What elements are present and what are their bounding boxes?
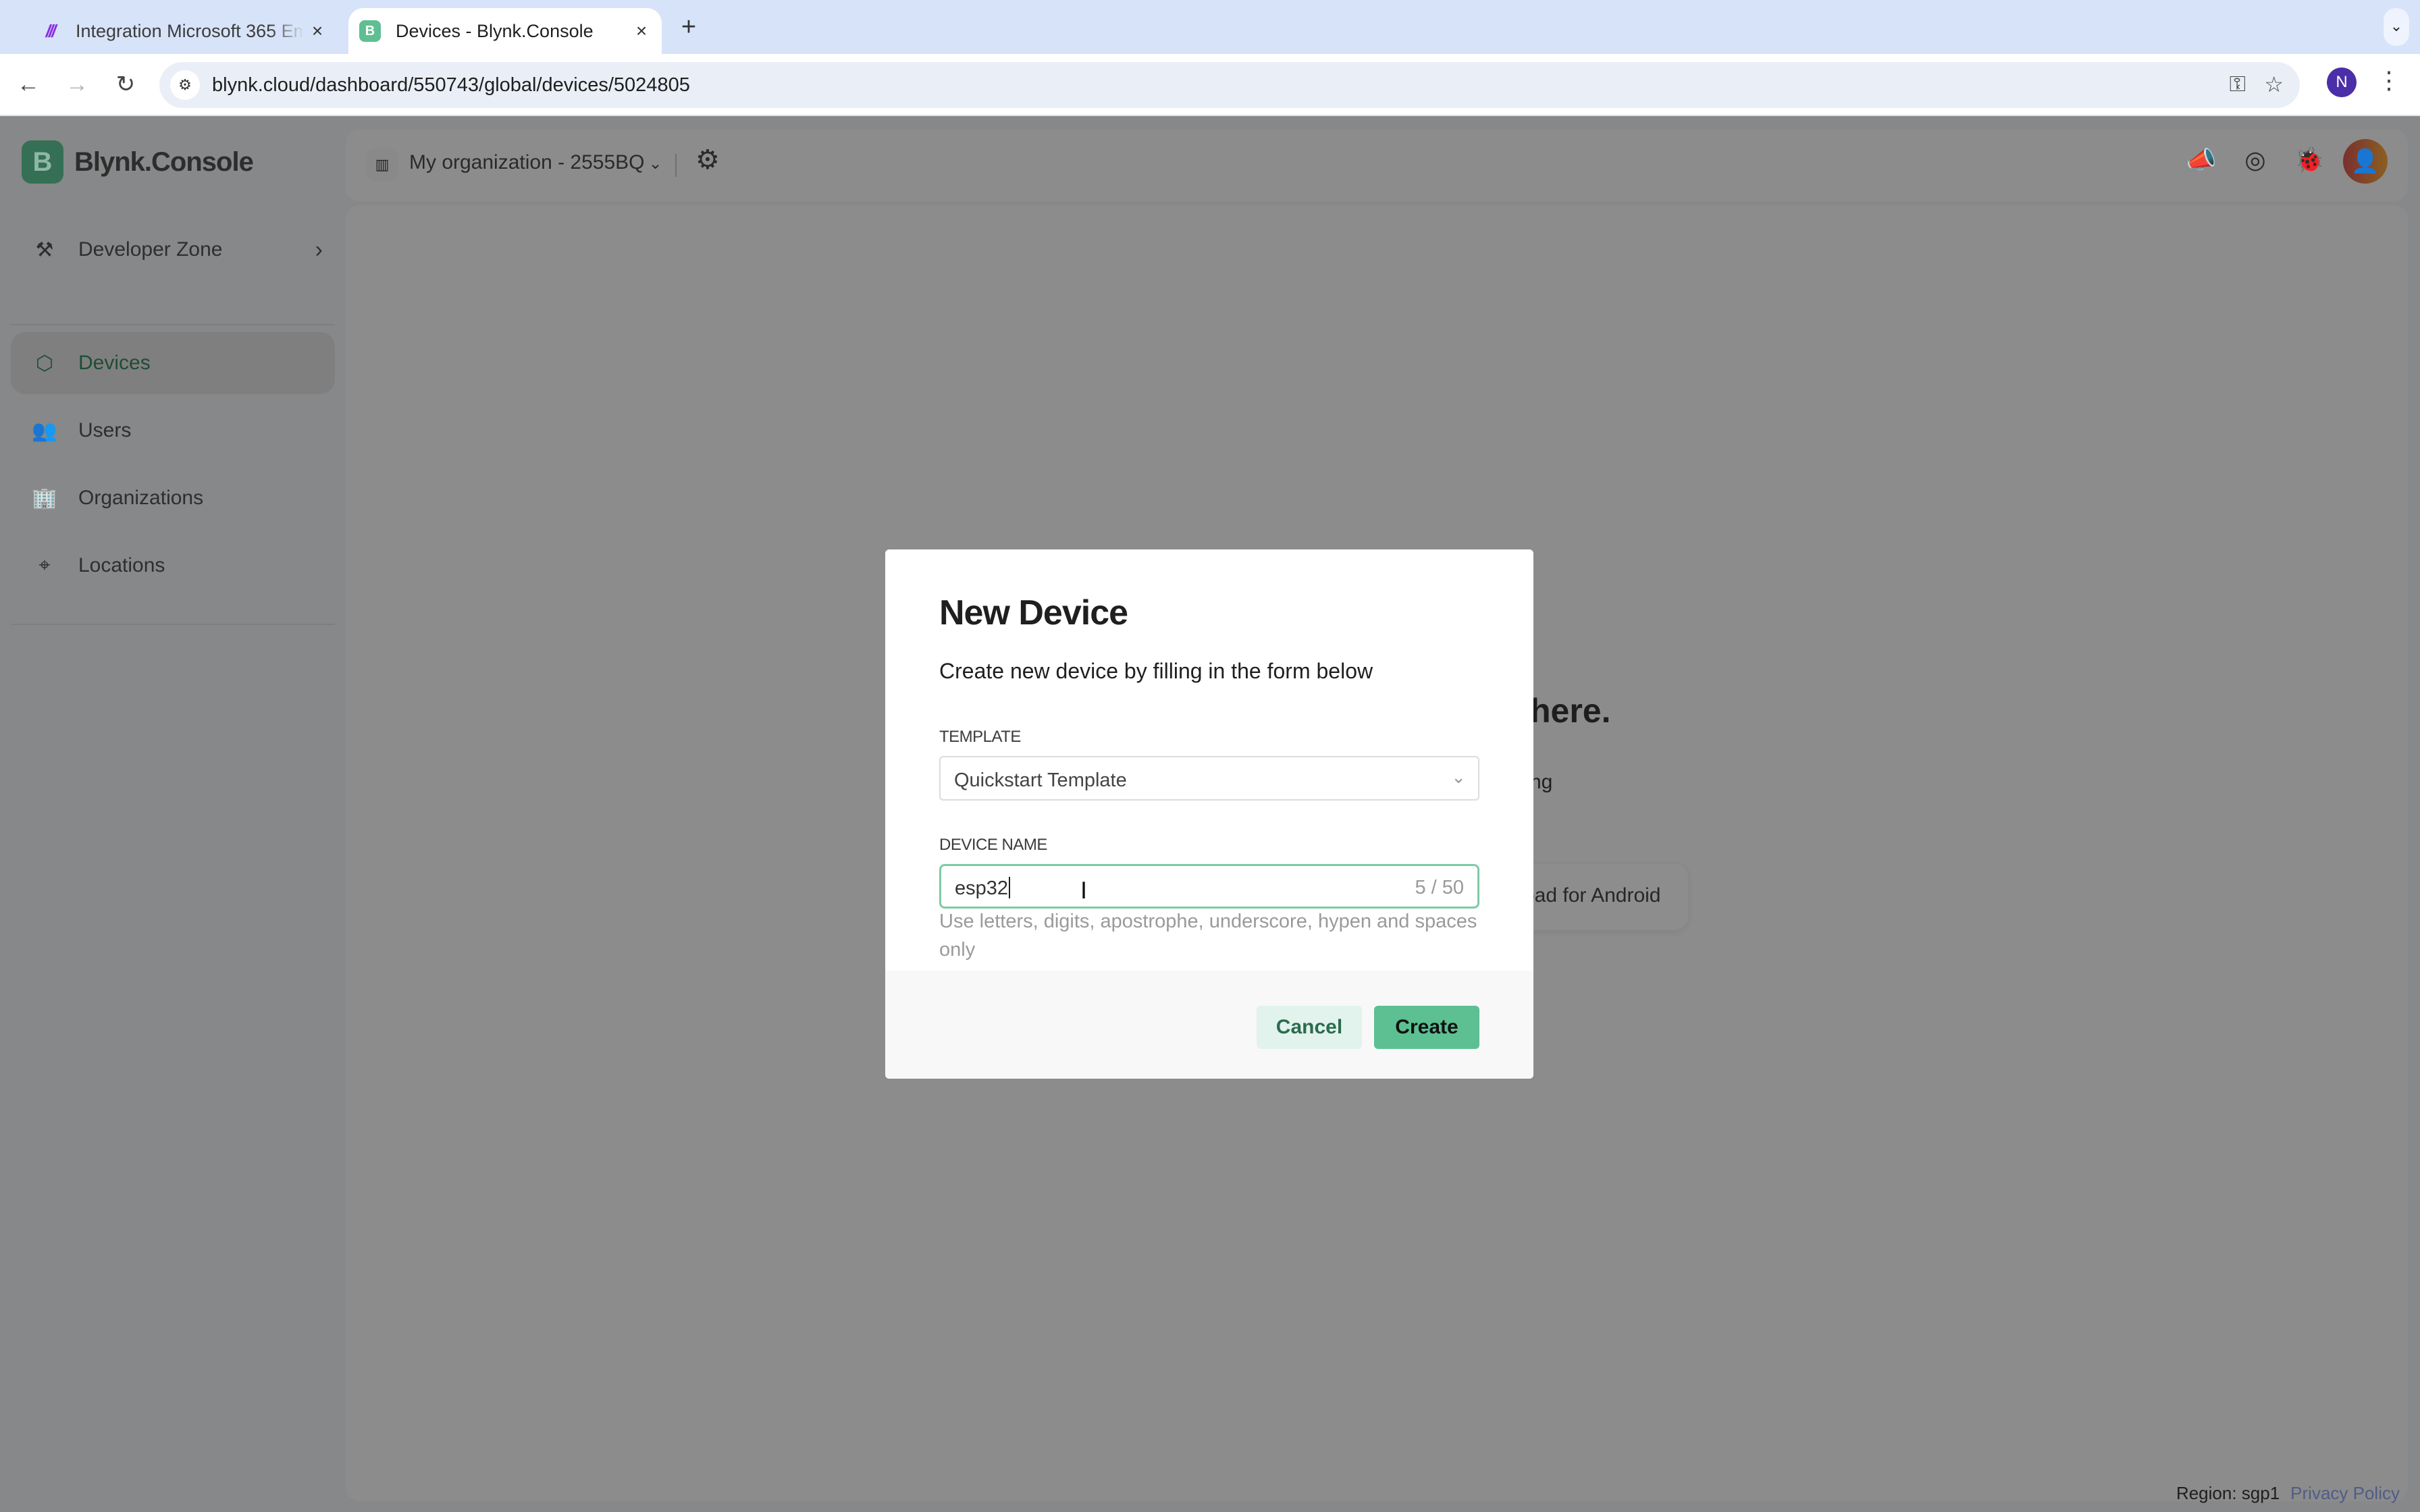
sidebar-item-label: Organizations — [78, 487, 204, 509]
browser-tab-integration[interactable]: /// Integration Microsoft 365 Email × — [27, 8, 338, 54]
new-device-dialog: New Device Create new device by filling … — [885, 549, 1533, 1079]
blynk-logo-icon: B — [22, 140, 63, 184]
template-select[interactable]: Quickstart Template ⌄ — [939, 756, 1479, 801]
sidebar-item-developer-zone[interactable]: ⚒ Developer Zone › — [11, 219, 335, 281]
device-name-input[interactable]: esp32 5 / 50 — [939, 864, 1479, 909]
browser-tab-devices[interactable]: B Devices - Blynk.Console × — [348, 8, 662, 54]
user-avatar[interactable]: 👤 — [2343, 139, 2388, 184]
location-pin-icon: ⌖ — [38, 554, 51, 576]
megaphone-icon[interactable]: 📣 — [2185, 146, 2217, 174]
privacy-policy-link[interactable]: Privacy Policy — [2290, 1483, 2400, 1503]
reload-icon[interactable]: ↻ — [108, 68, 143, 103]
dialog-footer: Cancel Create — [885, 971, 1533, 1079]
close-icon[interactable]: × — [304, 20, 331, 42]
organization-name: My organization - 2555BQ — [409, 151, 645, 173]
url-text[interactable]: blynk.cloud/dashboard/550743/global/devi… — [212, 74, 690, 97]
device-name-label: DEVICE NAME — [939, 836, 1047, 854]
tab-title: Devices - Blynk.Console — [396, 20, 594, 41]
text-cursor-icon: I — [1080, 878, 1088, 905]
sidebar-item-users[interactable]: 👥 Users — [11, 400, 335, 462]
profile-avatar[interactable]: N — [2327, 68, 2357, 97]
sidebar-item-locations[interactable]: ⌖ Locations — [11, 535, 335, 597]
empty-state-subtitle: ng — [1530, 771, 1553, 793]
sidebar-divider — [11, 324, 335, 325]
sidebar-divider — [11, 624, 335, 625]
character-counter: 5 / 50 — [1415, 877, 1464, 898]
cube-icon: ⬡ — [35, 352, 54, 375]
settings-gear-icon[interactable]: ⚙ — [695, 144, 720, 176]
empty-state-title: here. — [1530, 692, 1611, 730]
template-value: Quickstart Template — [954, 770, 1127, 791]
device-name-value: esp32 — [955, 878, 1009, 899]
star-icon[interactable]: ☆ — [2264, 72, 2284, 97]
logo[interactable]: B Blynk.Console — [22, 140, 254, 184]
sidebar-item-label: Users — [78, 419, 132, 441]
top-bar: ▥ My organization - 2555BQ ⌄ ⚙ 📣 ◎ 🐞 👤 — [346, 130, 2408, 201]
site-info-icon[interactable]: ⚙ — [170, 70, 200, 100]
dialog-title: New Device — [939, 593, 1128, 632]
template-label: TEMPLATE — [939, 728, 1021, 746]
sidebar-item-label: Locations — [78, 554, 165, 576]
dialog-subtitle: Create new device by filling in the form… — [939, 659, 1373, 683]
back-icon[interactable]: ← — [11, 68, 46, 103]
building-icon: 🏢 — [32, 487, 57, 510]
organization-icon: ▥ — [366, 148, 398, 181]
region-label: Region: sgp1 — [2176, 1483, 2280, 1503]
device-name-hint: Use letters, digits, apostrophe, undersc… — [939, 911, 1477, 961]
browser-toolbar: ← → ↻ ⚙ blynk.cloud/dashboard/550743/glo… — [0, 54, 2420, 116]
forward-icon[interactable]: → — [59, 68, 95, 103]
logo-text: Blynk.Console — [74, 146, 254, 177]
text-caret — [1009, 877, 1011, 898]
users-icon: 👥 — [32, 419, 57, 442]
sidebar-item-label: Developer Zone — [78, 238, 223, 261]
chevron-down-icon: ⌄ — [1451, 767, 1466, 787]
tab-title: Integration Microsoft 365 Email — [76, 20, 304, 41]
close-icon[interactable]: × — [628, 20, 655, 42]
address-bar[interactable]: ⚙ blynk.cloud/dashboard/550743/global/de… — [159, 62, 2300, 108]
chevron-right-icon: › — [315, 236, 323, 263]
sidebar-item-label: Devices — [78, 352, 151, 374]
sidebar-item-devices[interactable]: ⬡ Devices — [11, 332, 335, 394]
key-icon[interactable]: ⚿ — [2230, 72, 2246, 97]
cancel-button[interactable]: Cancel — [1257, 1006, 1362, 1049]
organization-selector[interactable]: My organization - 2555BQ ⌄ — [409, 151, 662, 174]
blynk-logo-icon: B — [359, 20, 381, 42]
tab-search-button[interactable]: ⌄ — [2384, 8, 2409, 46]
tools-icon: ⚒ — [35, 238, 54, 261]
menu-icon[interactable]: ⋮ — [2377, 66, 2401, 94]
help-lifebuoy-icon[interactable]: ◎ — [2239, 146, 2271, 174]
chevron-down-icon: ⌄ — [648, 155, 662, 173]
browser-tab-strip: /// Integration Microsoft 365 Email × B … — [0, 0, 2420, 54]
divider — [675, 154, 677, 177]
footer: Region: sgp1 Privacy Policy — [2176, 1483, 2400, 1504]
new-tab-button[interactable]: + — [674, 12, 704, 42]
make-logo-icon: /// — [45, 20, 57, 41]
create-button[interactable]: Create — [1374, 1006, 1479, 1049]
bug-icon[interactable]: 🐞 — [2293, 146, 2325, 174]
sidebar-item-organizations[interactable]: 🏢 Organizations — [11, 467, 335, 529]
